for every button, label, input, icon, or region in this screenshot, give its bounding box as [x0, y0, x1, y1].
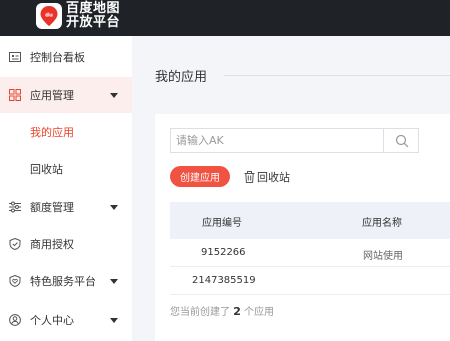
app-id-cell: 2147385519	[192, 275, 256, 286]
sidebar-item-quota-management[interactable]: 额度管理	[0, 189, 132, 225]
dashboard-icon	[9, 52, 21, 62]
sidebar-item-personal-center[interactable]: 个人中心	[0, 302, 132, 338]
sidebar-item-label: 我的应用	[30, 126, 74, 139]
trash-icon	[244, 171, 255, 183]
table-header: 应用编号 应用名称	[170, 202, 450, 239]
app-count-summary: 您当前创建了 2 个应用	[170, 303, 274, 318]
ak-search-box	[170, 128, 419, 153]
svg-text:du: du	[45, 13, 53, 19]
sidebar: 控制台看板 应用管理 我的应用 回收站 额度管理 商用授权 特色服务平台 个人中…	[0, 36, 132, 341]
summary-prefix: 您当前创建了	[170, 307, 230, 318]
brand-title: 百度地图 开放平台	[66, 2, 120, 30]
sidebar-item-label: 商用授权	[30, 238, 74, 251]
sidebar-item-dashboard[interactable]: 控制台看板	[0, 39, 132, 75]
column-header-app-id: 应用编号	[202, 218, 242, 229]
sidebar-item-recycle-bin[interactable]: 回收站	[0, 151, 132, 187]
search-icon	[395, 134, 409, 147]
sidebar-item-label: 回收站	[30, 163, 63, 176]
top-bar: du 百度地图 开放平台	[0, 0, 450, 36]
summary-suffix: 个应用	[244, 307, 275, 318]
create-app-button[interactable]: 创建应用	[170, 166, 230, 187]
baidu-map-logo[interactable]: du	[36, 3, 62, 29]
table-row[interactable]: 2147385519	[170, 267, 450, 295]
apps-card: 创建应用 回收站 应用编号 应用名称 9152266 网站使用 21473855…	[155, 114, 450, 341]
caret-down-icon	[110, 279, 118, 284]
heart-shield-icon	[9, 275, 21, 287]
column-header-app-name: 应用名称	[362, 218, 402, 229]
brand-line-1: 百度地图	[66, 1, 121, 16]
sidebar-item-app-management[interactable]: 应用管理	[0, 77, 132, 113]
sidebar-item-my-apps[interactable]: 我的应用	[0, 114, 132, 150]
sidebar-item-label: 特色服务平台	[30, 275, 96, 288]
sidebar-item-label: 个人中心	[30, 314, 74, 327]
title-divider	[224, 75, 450, 76]
app-id-cell: 9152266	[201, 247, 246, 258]
caret-down-icon	[110, 318, 118, 323]
user-circle-icon	[9, 314, 21, 326]
recycle-bin-label: 回收站	[257, 171, 290, 184]
grid-icon	[9, 89, 21, 101]
table-row[interactable]: 9152266 网站使用	[170, 239, 450, 267]
sidebar-item-label: 控制台看板	[30, 51, 85, 64]
sidebar-item-label: 应用管理	[30, 89, 74, 102]
shield-icon	[9, 238, 21, 250]
main-content: 我的应用 创建应用 回收站 应用编号 应用名称	[132, 36, 450, 341]
sliders-icon	[9, 201, 21, 213]
caret-down-icon	[110, 205, 118, 210]
app-count: 2	[233, 305, 241, 318]
brand-line-2: 开放平台	[66, 15, 121, 30]
page-title: 我的应用	[155, 70, 208, 85]
ak-search-input[interactable]	[171, 129, 376, 152]
sidebar-item-commercial-license[interactable]: 商用授权	[0, 226, 132, 262]
recycle-bin-button[interactable]: 回收站	[244, 167, 290, 187]
map-pin-icon: du	[40, 6, 58, 26]
sidebar-item-featured-services[interactable]: 特色服务平台	[0, 263, 132, 299]
search-button[interactable]	[383, 128, 420, 153]
sidebar-item-label: 额度管理	[30, 201, 74, 214]
caret-down-icon	[110, 93, 118, 98]
app-name-cell: 网站使用	[363, 251, 403, 262]
